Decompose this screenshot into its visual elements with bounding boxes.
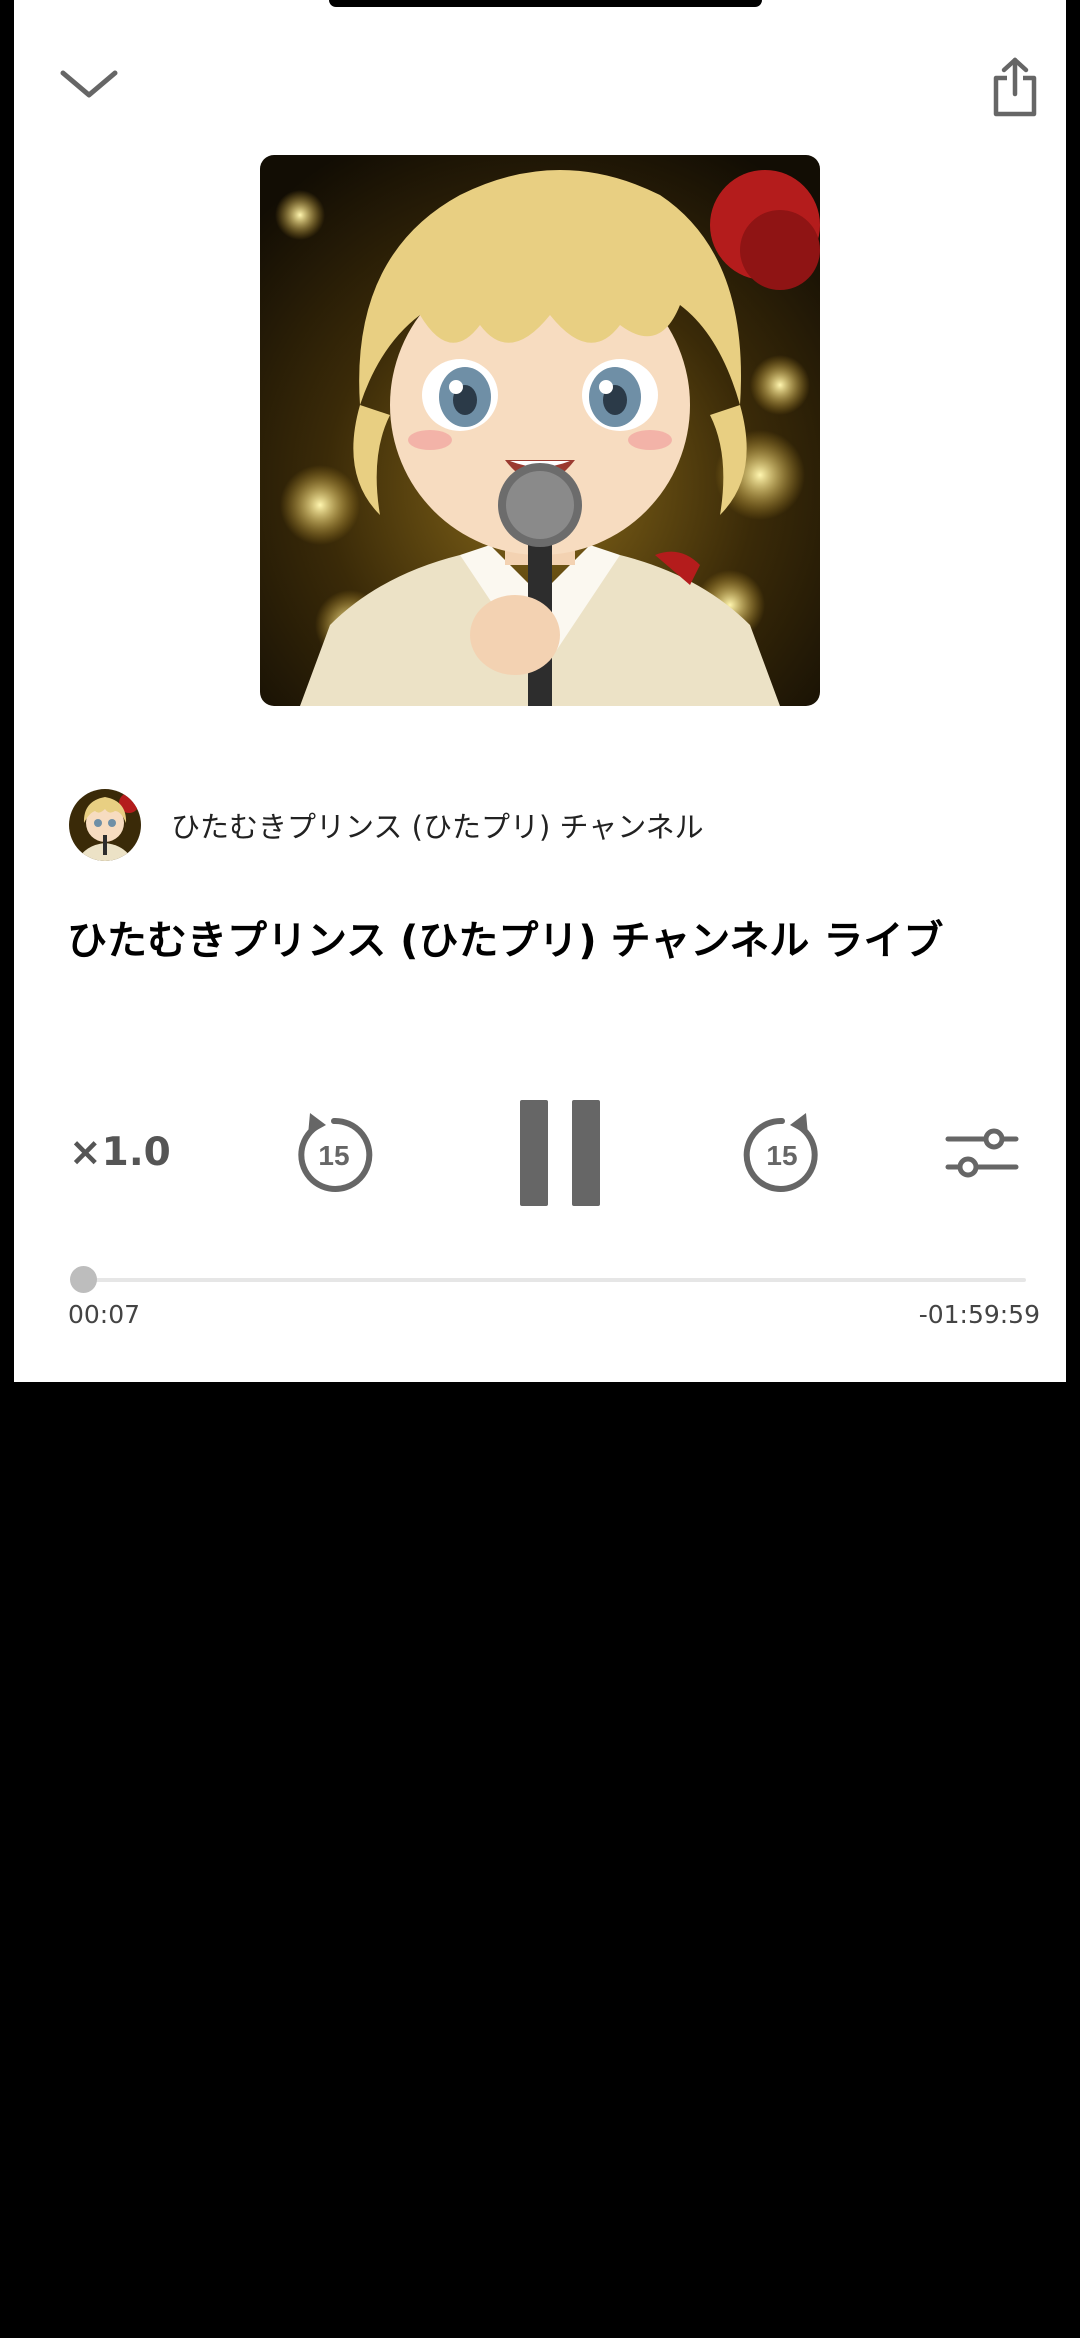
forward-15-icon: 15 xyxy=(743,1113,818,1192)
channel-name: ひたむきプリンス (ひたプリ) チャンネル xyxy=(171,810,704,844)
playback-settings-button[interactable] xyxy=(934,1116,1030,1190)
player-screen: ひたむきプリンス (ひたプリ) チャンネル ひたむきプリンス (ひたプリ) チャ… xyxy=(14,0,1066,1382)
elapsed-time: 00:07 xyxy=(68,1300,141,1329)
chevron-down-icon xyxy=(60,70,118,98)
forward-15-button[interactable]: 15 xyxy=(734,1105,830,1201)
playback-speed-button[interactable]: ×1.0 xyxy=(69,1122,189,1182)
pause-icon xyxy=(520,1100,600,1206)
share-button[interactable] xyxy=(975,42,1055,132)
collapse-button[interactable] xyxy=(44,50,134,120)
rewind-15-icon: 15 xyxy=(298,1113,373,1192)
sliders-icon xyxy=(945,1128,1019,1178)
progress-bar[interactable] xyxy=(69,1266,1026,1293)
remaining-time: -01:59:59 xyxy=(918,1300,1040,1329)
rewind-seconds-label: 15 xyxy=(318,1140,349,1171)
episode-title: ひたむきプリンス (ひたプリ) チャンネル ライブ xyxy=(67,918,944,964)
episode-artwork xyxy=(260,155,820,706)
channel-avatar xyxy=(69,789,141,861)
rewind-15-button[interactable]: 15 xyxy=(286,1105,382,1201)
forward-seconds-label: 15 xyxy=(766,1140,797,1171)
share-icon xyxy=(993,57,1037,117)
pause-button[interactable] xyxy=(508,1090,612,1216)
device-notch xyxy=(329,0,762,7)
channel-row[interactable]: ひたむきプリンス (ひたプリ) チャンネル xyxy=(69,788,704,862)
progress-knob[interactable] xyxy=(69,1266,97,1293)
